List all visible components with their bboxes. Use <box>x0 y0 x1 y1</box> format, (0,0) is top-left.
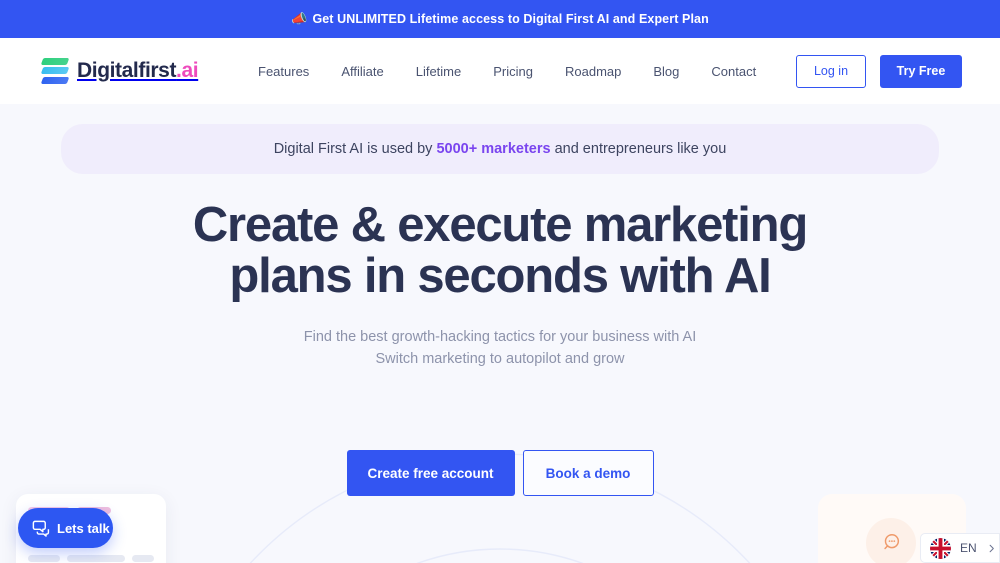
social-proof-prefix: Digital First AI is used by <box>273 141 437 157</box>
landing-page: 📣 Get UNLIMITED Lifetime access to Digita… <box>0 0 1000 563</box>
promo-banner[interactable]: 📣 Get UNLIMITED Lifetime access to Digita… <box>0 0 1000 38</box>
hero-subtitle-line-1: Find the best growth-hacking tactics for… <box>303 329 697 345</box>
nav-item-affiliate[interactable]: Affiliate <box>341 64 383 79</box>
hero-section: Create & execute marketing plans in seco… <box>0 200 1000 370</box>
support-chat-button[interactable] <box>866 518 916 563</box>
main-navigation: Features Affiliate Lifetime Pricing Road… <box>258 64 756 79</box>
chat-bubbles-icon <box>32 520 50 537</box>
login-button[interactable]: Log in <box>796 54 866 88</box>
logo-bar-cyan <box>40 67 70 75</box>
nav-item-roadmap[interactable]: Roadmap <box>565 64 621 79</box>
social-proof-highlight: 5000+ marketers <box>436 141 551 157</box>
chat-search-icon <box>884 534 900 550</box>
language-selector[interactable]: EN <box>920 533 1000 563</box>
preview-row <box>28 555 154 562</box>
uk-flag-icon <box>930 537 951 559</box>
brand-wordmark-text: Digitalfirst <box>77 59 177 82</box>
nav-item-blog[interactable]: Blog <box>653 64 679 79</box>
preview-bar <box>132 555 154 562</box>
site-header: Digitalfirst.ai Features Affiliate Lifet… <box>0 38 1000 104</box>
hero-subtitle: Find the best growth-hacking tactics for… <box>0 326 1000 370</box>
header-actions: Log in Try Free <box>796 54 962 88</box>
preview-bar <box>28 555 60 562</box>
page-title: Create & execute marketing plans in seco… <box>0 200 1000 302</box>
megaphone-icon: 📣 <box>291 11 308 26</box>
brand-logo-link[interactable]: Digitalfirst.ai <box>40 57 199 85</box>
logo-mark-icon <box>40 57 70 85</box>
nav-item-lifetime[interactable]: Lifetime <box>416 64 462 79</box>
preview-bar <box>67 555 125 562</box>
try-free-button[interactable]: Try Free <box>880 54 962 88</box>
nav-item-contact[interactable]: Contact <box>711 64 756 79</box>
chevron-right-icon <box>989 544 994 552</box>
social-proof-banner: Digital First AI is used by 5000+ market… <box>61 124 939 174</box>
logo-bar-blue <box>40 76 70 84</box>
lets-talk-label: Lets talk <box>57 520 110 536</box>
nav-item-features[interactable]: Features <box>258 64 309 79</box>
brand-wordmark: Digitalfirst.ai <box>77 59 199 83</box>
hero-cta-row: Create free account Book a demo <box>0 450 1000 496</box>
social-proof-suffix: and entrepreneurs like you <box>550 141 727 157</box>
hero-title-line-1: Create & execute marketing <box>192 198 808 252</box>
logo-bar-green <box>40 58 70 66</box>
social-proof-text: Digital First AI is used by 5000+ market… <box>274 141 727 157</box>
lets-talk-chat-button[interactable]: Lets talk <box>18 508 113 548</box>
book-a-demo-button[interactable]: Book a demo <box>522 450 654 496</box>
create-free-account-button[interactable]: Create free account <box>346 450 515 496</box>
brand-wordmark-suffix: .ai <box>176 59 199 82</box>
promo-banner-label: Get UNLIMITED Lifetime access to Digital… <box>312 12 709 26</box>
language-code: EN <box>960 541 977 555</box>
hero-title-line-2: plans in seconds with AI <box>229 249 771 303</box>
nav-item-pricing[interactable]: Pricing <box>493 64 533 79</box>
hero-subtitle-line-2: Switch marketing to autopilot and grow <box>375 351 625 367</box>
promo-banner-text: 📣 Get UNLIMITED Lifetime access to Digita… <box>291 11 709 27</box>
